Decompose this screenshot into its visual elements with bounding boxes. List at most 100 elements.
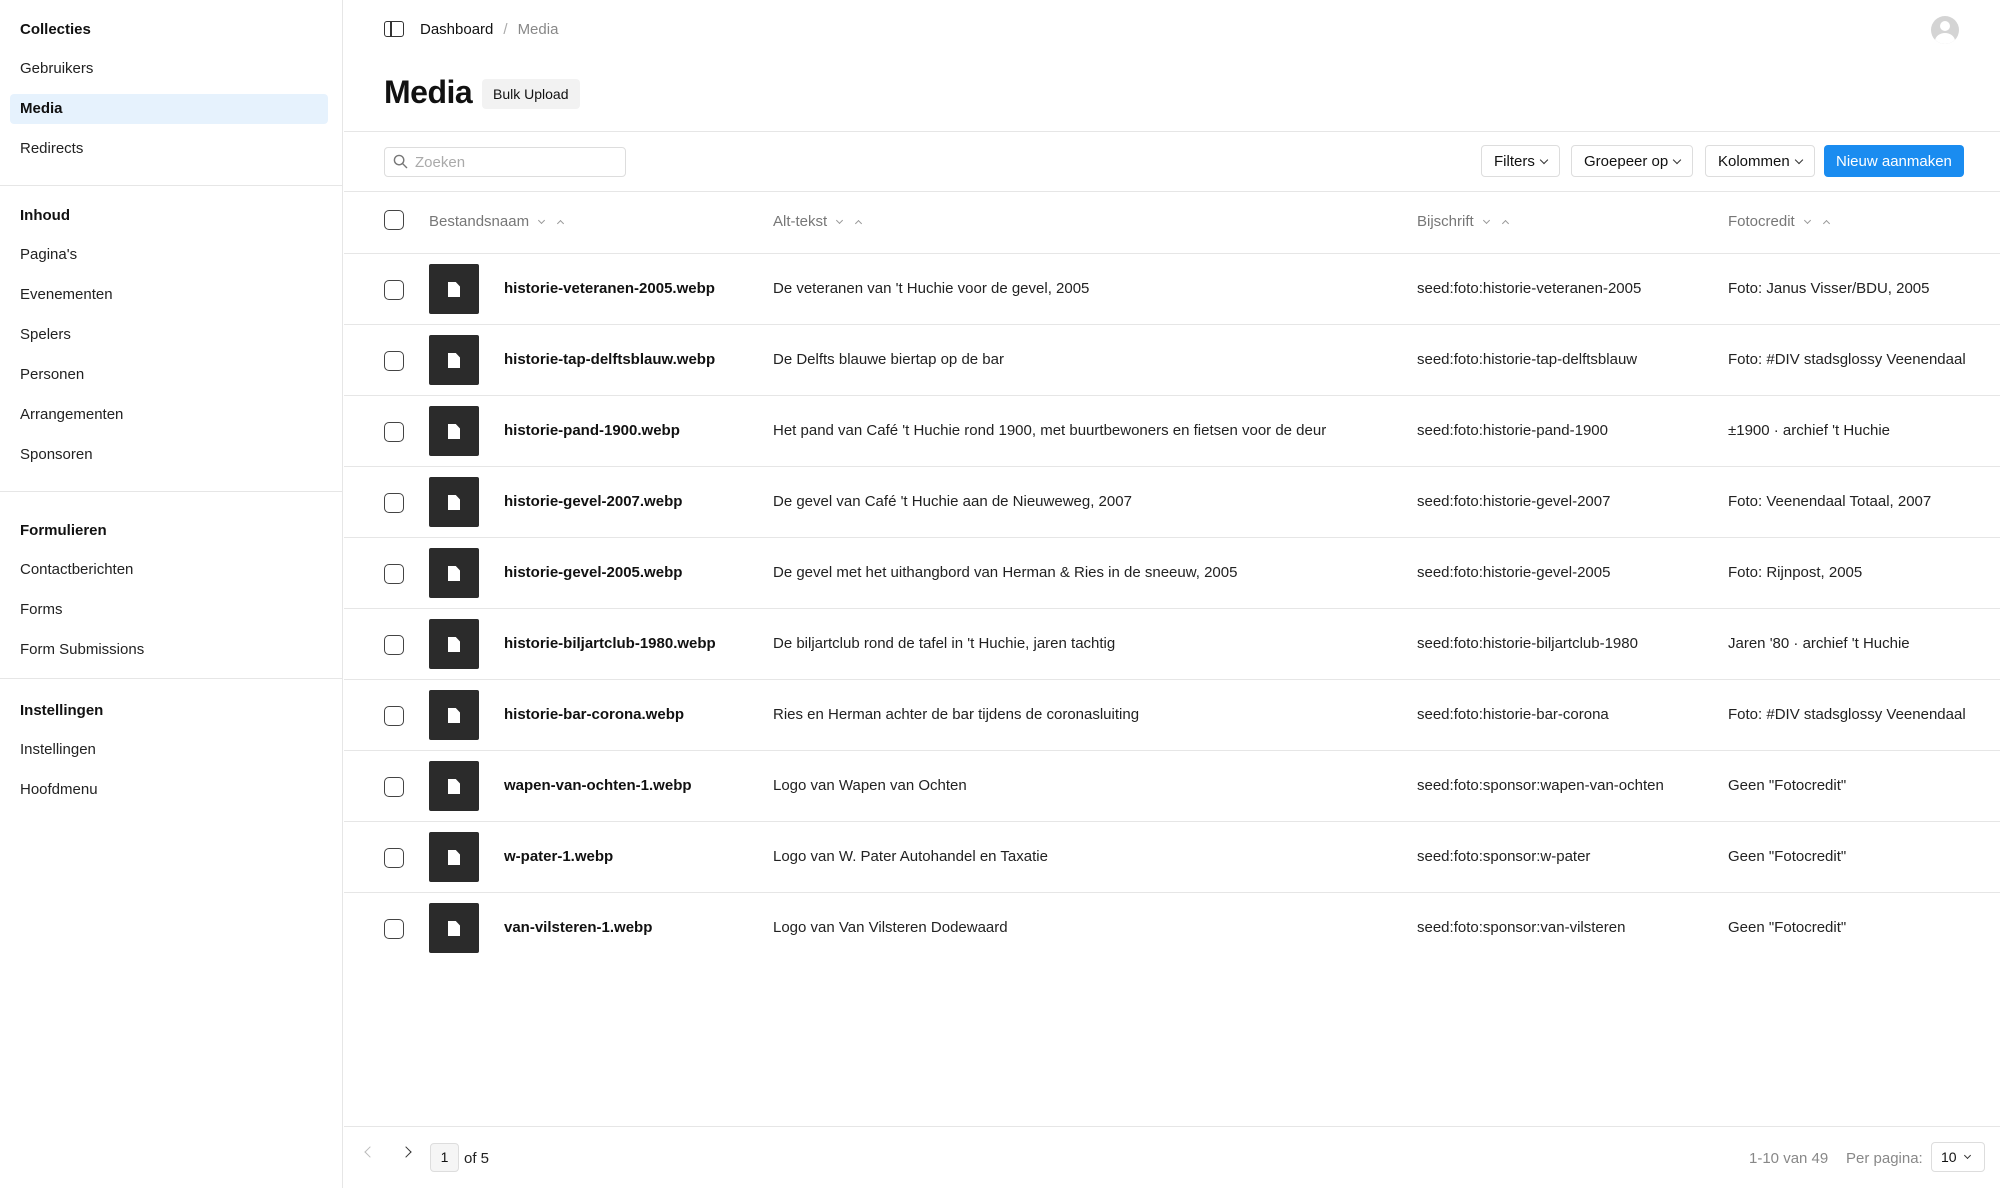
media-thumbnail[interactable] bbox=[429, 406, 479, 456]
current-page-input[interactable]: 1 bbox=[430, 1143, 459, 1172]
sort-asc-icon[interactable] bbox=[855, 219, 863, 227]
sort-asc-icon[interactable] bbox=[557, 219, 565, 227]
filename-cell[interactable]: historie-tap-delftsblauw.webp bbox=[504, 351, 715, 368]
file-icon bbox=[448, 637, 460, 652]
sidebar-item-hoofdmenu[interactable]: Hoofdmenu bbox=[10, 775, 328, 805]
credit-cell: Geen "Fotocredit" bbox=[1728, 919, 1847, 936]
sort-desc-icon[interactable] bbox=[1482, 216, 1490, 224]
filename-cell[interactable]: historie-veteranen-2005.webp bbox=[504, 280, 715, 297]
next-page-icon[interactable] bbox=[400, 1146, 412, 1158]
credit-cell: Geen "Fotocredit" bbox=[1728, 777, 1847, 794]
select-all-checkbox[interactable] bbox=[384, 210, 404, 230]
credit-cell: ±1900 · archief 't Huchie bbox=[1728, 422, 1891, 439]
filename-cell[interactable]: historie-gevel-2007.webp bbox=[504, 493, 682, 510]
table-row[interactable]: historie-biljartclub-1980.webp De biljart… bbox=[344, 608, 2000, 679]
media-thumbnail[interactable] bbox=[429, 335, 479, 385]
row-checkbox[interactable] bbox=[384, 706, 404, 726]
sidebar-item-sponsoren[interactable]: Sponsoren bbox=[10, 440, 328, 470]
search-input[interactable] bbox=[415, 152, 615, 172]
media-thumbnail[interactable] bbox=[429, 832, 479, 882]
filters-label: Filters bbox=[1494, 152, 1535, 170]
group-by-button[interactable]: Groepeer op bbox=[1571, 145, 1694, 177]
sort-desc-icon[interactable] bbox=[538, 216, 546, 224]
row-checkbox[interactable] bbox=[384, 351, 404, 371]
search-box[interactable] bbox=[384, 147, 626, 177]
sidebar-item-evenementen[interactable]: Evenementen bbox=[10, 280, 328, 310]
sidebar-item-label: Arrangementen bbox=[20, 406, 124, 423]
create-new-button[interactable]: Nieuw aanmaken bbox=[1824, 145, 1964, 177]
chevron-down-icon bbox=[1963, 1151, 1971, 1160]
row-checkbox[interactable] bbox=[384, 564, 404, 584]
sidebar-item-form-submissions[interactable]: Form Submissions bbox=[10, 635, 328, 665]
per-page-select[interactable]: 10 bbox=[1931, 1142, 1985, 1172]
breadcrumb-dashboard-link[interactable]: Dashboard bbox=[420, 21, 493, 38]
previous-page-icon[interactable] bbox=[364, 1146, 376, 1158]
per-page-value: 10 bbox=[1941, 1149, 1957, 1165]
table-row[interactable]: historie-gevel-2007.webp De gevel van Caf… bbox=[344, 466, 2000, 537]
sidebar-item-label: Form Submissions bbox=[20, 641, 145, 658]
table-row[interactable]: historie-tap-delftsblauw.webp De Delfts b… bbox=[344, 324, 2000, 395]
sidebar-item-label: Redirects bbox=[20, 140, 84, 157]
caption-cell: seed:foto:sponsor:van-vilsteren bbox=[1417, 919, 1626, 936]
user-avatar[interactable] bbox=[1931, 16, 1959, 44]
media-thumbnail[interactable] bbox=[429, 477, 479, 527]
column-header-label: Fotocredit bbox=[1728, 213, 1795, 230]
search-icon bbox=[393, 154, 408, 169]
sidebar-item-label: Personen bbox=[20, 366, 85, 383]
sort-asc-icon[interactable] bbox=[1822, 219, 1830, 227]
filename-cell[interactable]: historie-gevel-2005.webp bbox=[504, 564, 682, 581]
media-thumbnail[interactable] bbox=[429, 903, 479, 953]
bulk-upload-button[interactable]: Bulk Upload bbox=[482, 79, 580, 109]
divider bbox=[0, 491, 342, 492]
sidebar-item-instellingen[interactable]: Instellingen bbox=[10, 735, 328, 765]
sidebar-item-pagina-s[interactable]: Pagina's bbox=[10, 240, 328, 270]
media-thumbnail[interactable] bbox=[429, 690, 479, 740]
row-checkbox[interactable] bbox=[384, 493, 404, 513]
sidebar-item-forms[interactable]: Forms bbox=[10, 595, 328, 625]
row-checkbox[interactable] bbox=[384, 635, 404, 655]
column-header-caption[interactable]: Bijschrift bbox=[1417, 213, 1509, 230]
filename-cell[interactable]: historie-bar-corona.webp bbox=[504, 706, 684, 723]
sidebar-item-redirects[interactable]: Redirects bbox=[10, 134, 328, 164]
column-header-alt[interactable]: Alt-tekst bbox=[773, 213, 863, 230]
column-header-credit[interactable]: Fotocredit bbox=[1728, 213, 1830, 230]
table-row[interactable]: historie-veteranen-2005.webp De veteranen… bbox=[344, 253, 2000, 324]
table-row[interactable]: historie-gevel-2005.webp De gevel met het… bbox=[344, 537, 2000, 608]
filename-cell[interactable]: historie-biljartclub-1980.webp bbox=[504, 635, 716, 652]
media-thumbnail[interactable] bbox=[429, 619, 479, 669]
table-row[interactable]: historie-pand-1900.webp Het pand van Café… bbox=[344, 395, 2000, 466]
sidebar-item-gebruikers[interactable]: Gebruikers bbox=[10, 54, 328, 84]
sidebar-item-contactberichten[interactable]: Contactberichten bbox=[10, 555, 328, 585]
row-checkbox[interactable] bbox=[384, 777, 404, 797]
filters-button[interactable]: Filters bbox=[1481, 145, 1560, 177]
filename-cell[interactable]: wapen-van-ochten-1.webp bbox=[504, 777, 692, 794]
sidebar-item-spelers[interactable]: Spelers bbox=[10, 320, 328, 350]
media-thumbnail[interactable] bbox=[429, 548, 479, 598]
sidebar-item-media[interactable]: Media bbox=[10, 94, 328, 124]
sidebar-item-personen[interactable]: Personen bbox=[10, 360, 328, 390]
table-row[interactable]: historie-bar-corona.webp Ries en Herman a… bbox=[344, 679, 2000, 750]
row-checkbox[interactable] bbox=[384, 919, 404, 939]
credit-cell: Foto: Rijnpost, 2005 bbox=[1728, 564, 1863, 581]
filename-cell[interactable]: w-pater-1.webp bbox=[504, 848, 613, 865]
table-row[interactable]: wapen-van-ochten-1.webp Logo van Wapen va… bbox=[344, 750, 2000, 821]
column-header-filename[interactable]: Bestandsnaam bbox=[429, 213, 565, 230]
row-checkbox[interactable] bbox=[384, 280, 404, 300]
alt-text-cell: Logo van W. Pater Autohandel en Taxatie bbox=[773, 848, 1048, 865]
table-row[interactable]: w-pater-1.webp Logo van W. Pater Autohand… bbox=[344, 821, 2000, 892]
row-checkbox[interactable] bbox=[384, 422, 404, 442]
sidebar-toggle-icon[interactable] bbox=[384, 21, 404, 37]
nav-group-title: Collecties bbox=[20, 21, 91, 38]
table-row[interactable]: van-vilsteren-1.webp Logo van Van Vilster… bbox=[344, 892, 2000, 963]
column-header-label: Alt-tekst bbox=[773, 213, 828, 230]
sort-desc-icon[interactable] bbox=[836, 216, 844, 224]
sort-asc-icon[interactable] bbox=[1501, 219, 1509, 227]
media-thumbnail[interactable] bbox=[429, 761, 479, 811]
columns-button[interactable]: Kolommen bbox=[1705, 145, 1815, 177]
sidebar-item-arrangementen[interactable]: Arrangementen bbox=[10, 400, 328, 430]
row-checkbox[interactable] bbox=[384, 848, 404, 868]
filename-cell[interactable]: historie-pand-1900.webp bbox=[504, 422, 680, 439]
media-thumbnail[interactable] bbox=[429, 264, 479, 314]
filename-cell[interactable]: van-vilsteren-1.webp bbox=[504, 919, 652, 936]
sort-desc-icon[interactable] bbox=[1803, 216, 1811, 224]
